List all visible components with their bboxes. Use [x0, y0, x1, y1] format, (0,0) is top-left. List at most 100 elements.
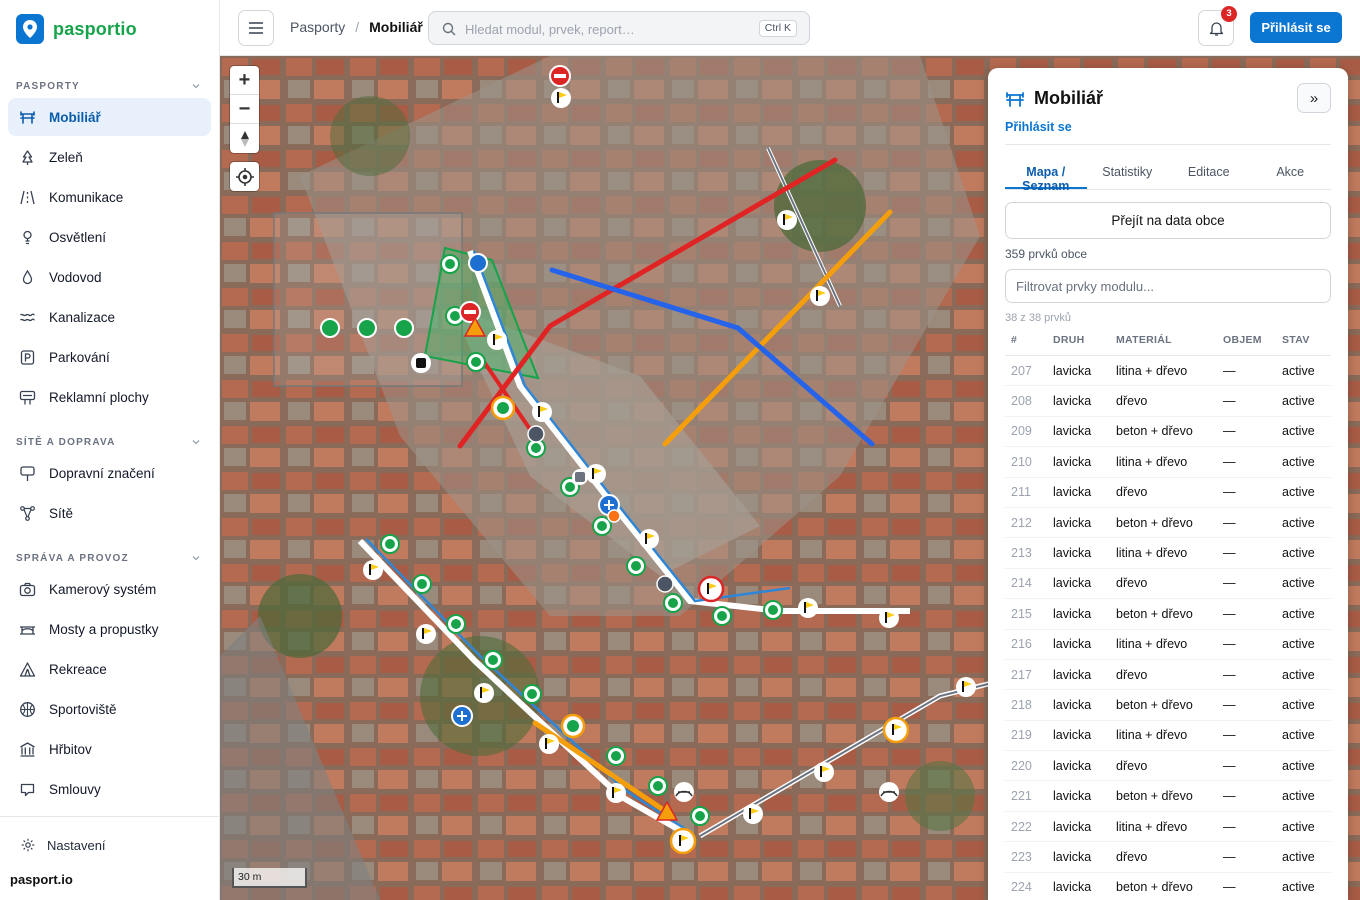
table-cell: active — [1282, 819, 1315, 834]
column-header-druh[interactable]: DRUH — [1053, 334, 1116, 355]
table-row[interactable]: 218 lavicka beton + dřevo — active — [1005, 690, 1331, 721]
table-cell: — — [1223, 485, 1236, 500]
filter-input[interactable] — [1005, 269, 1331, 303]
panel-title: Mobiliář — [1005, 88, 1103, 109]
zoom-in-button[interactable]: + — [230, 66, 259, 95]
panel-login-link[interactable]: Přihlásit se — [1005, 120, 1072, 134]
logo[interactable]: pasportio — [16, 14, 137, 44]
table-cell: — — [1223, 880, 1236, 895]
table-row[interactable]: 224 lavicka beton + dřevo — active — [1005, 873, 1331, 900]
bridge-icon — [20, 626, 35, 635]
table-row[interactable]: 222 lavicka litina + dřevo — active — [1005, 812, 1331, 843]
go-to-municipality-data-button[interactable]: Přejít na data obce — [1005, 202, 1331, 239]
sidebar-item-zelen[interactable]: Zeleň — [8, 138, 211, 176]
table-cell: 220 — [1011, 758, 1032, 773]
table-row[interactable]: 207 lavicka litina + dřevo — active — [1005, 356, 1331, 387]
table-cell: 223 — [1011, 849, 1032, 864]
table-cell: lavicka — [1053, 637, 1092, 652]
breadcrumb-pasporty[interactable]: Pasporty — [290, 19, 345, 35]
sidebar-item-mosty-a-propustky[interactable]: Mosty a propustky — [8, 610, 211, 648]
sidebar-item-hrbitov[interactable]: Hřbitov — [8, 730, 211, 768]
table-cell: lavicka — [1053, 697, 1092, 712]
table-cell: active — [1282, 515, 1315, 530]
table-cell: lavicka — [1053, 546, 1092, 561]
collapse-panel-button[interactable]: » — [1297, 83, 1331, 113]
sidebar-item-kamerovy-system[interactable]: Kamerový systém — [8, 570, 211, 608]
tab-mapa-seznam[interactable]: Mapa / Seznam — [1005, 158, 1087, 193]
sidebar-item-sportoviste[interactable]: Sportoviště — [8, 690, 211, 728]
compass-button[interactable] — [230, 124, 259, 153]
table-cell: litina + dřevo — [1116, 728, 1188, 743]
table-row[interactable]: 211 lavicka dřevo — active — [1005, 478, 1331, 508]
menu-toggle-button[interactable] — [238, 10, 274, 46]
tab-statistiky[interactable]: Statistiky — [1087, 158, 1169, 189]
table-row[interactable]: 220 lavicka dřevo — active — [1005, 751, 1331, 782]
brand-footer[interactable]: pasport.io — [10, 872, 73, 887]
table-cell: active — [1282, 454, 1315, 469]
table-row[interactable]: 215 lavicka beton + dřevo — active — [1005, 599, 1331, 630]
bench-icon — [20, 111, 35, 124]
table-cell: dřevo — [1116, 576, 1148, 591]
table-row[interactable]: 219 lavicka litina + dřevo — active — [1005, 721, 1331, 752]
sidebar-item-vodovod[interactable]: Vodovod — [8, 258, 211, 296]
tab-akce[interactable]: Akce — [1250, 158, 1332, 189]
sidebar-item-komunikace[interactable]: Komunikace — [8, 178, 211, 216]
sidebar-item-smlouvy[interactable]: Smlouvy — [8, 770, 211, 808]
table-cell: lavicka — [1053, 485, 1092, 500]
table-cell: active — [1282, 546, 1315, 561]
table-row[interactable]: 212 lavicka beton + dřevo — active — [1005, 508, 1331, 539]
table-cell: — — [1223, 515, 1236, 530]
table-row[interactable]: 210 lavicka litina + dřevo — active — [1005, 447, 1331, 478]
section-site-a-doprava[interactable]: SÍTĚ A DOPRAVA — [16, 435, 201, 449]
notification-count-badge: 3 — [1221, 6, 1237, 22]
table-cell: beton + dřevo — [1116, 424, 1193, 439]
table-row[interactable]: 216 lavicka litina + dřevo — active — [1005, 630, 1331, 660]
building-icon — [20, 742, 35, 757]
section-sprava-a-provoz[interactable]: SPRÁVA A PROVOZ — [16, 551, 201, 565]
sidebar-item-kanalizace[interactable]: Kanalizace — [8, 298, 211, 336]
map-scale-bar: 30 m — [232, 868, 307, 888]
sidebar-item-rekreace[interactable]: Rekreace — [8, 650, 211, 688]
table-row[interactable]: 213 lavicka litina + dřevo — active — [1005, 538, 1331, 569]
search-input[interactable] — [465, 19, 745, 39]
sidebar-item-parkovani[interactable]: Parkování — [8, 338, 211, 376]
ball-icon — [20, 702, 35, 717]
sidebar-item-osvetleni[interactable]: Osvětlení — [8, 218, 211, 256]
panel-divider — [1005, 144, 1331, 145]
table-cell: dřevo — [1116, 485, 1148, 500]
table-cell: lavicka — [1053, 606, 1092, 621]
table-cell: active — [1282, 637, 1315, 652]
column-header-id[interactable]: # — [1005, 334, 1053, 355]
table-cell: — — [1223, 819, 1236, 834]
sidebar-item-reklamni-plochy[interactable]: Reklamní plochy — [8, 378, 211, 416]
table-row[interactable]: 217 lavicka dřevo — active — [1005, 660, 1331, 691]
table-cell: lavicka — [1053, 424, 1092, 439]
search-box[interactable]: Ctrl K — [428, 11, 810, 45]
table-row[interactable]: 208 lavicka dřevo — active — [1005, 386, 1331, 417]
column-header-stav[interactable]: STAV — [1282, 334, 1331, 355]
login-button[interactable]: Přihlásit se — [1250, 12, 1342, 43]
zoom-out-button[interactable]: − — [230, 95, 259, 124]
column-header-material[interactable]: MATERIÁL — [1116, 334, 1223, 355]
table-row[interactable]: 221 lavicka beton + dřevo — active — [1005, 781, 1331, 812]
table-cell: active — [1282, 667, 1315, 682]
table-row[interactable]: 209 lavicka beton + dřevo — active — [1005, 417, 1331, 448]
sidebar-item-site[interactable]: Sítě — [8, 494, 211, 532]
sidebar-item-mobiliar[interactable]: Mobiliář — [8, 98, 211, 136]
geolocate-button[interactable] — [230, 162, 259, 191]
tab-editace[interactable]: Editace — [1168, 158, 1250, 189]
table-cell: 210 — [1011, 454, 1032, 469]
section-pasporty[interactable]: PASPORTY — [16, 79, 201, 93]
table-cell: litina + dřevo — [1116, 546, 1188, 561]
table-cell: — — [1223, 454, 1236, 469]
column-header-objem[interactable]: OBJEM — [1223, 334, 1282, 355]
sidebar-item-dopravni-znaceni[interactable]: Dopravní značení — [8, 454, 211, 492]
table-cell: beton + dřevo — [1116, 880, 1193, 895]
compass-icon — [240, 130, 249, 147]
road-icon — [20, 190, 35, 205]
parking-icon — [20, 350, 35, 365]
table-cell: beton + dřevo — [1116, 789, 1193, 804]
settings-button[interactable]: Nastavení — [8, 830, 211, 860]
table-row[interactable]: 214 lavicka dřevo — active — [1005, 569, 1331, 600]
table-row[interactable]: 223 lavicka dřevo — active — [1005, 842, 1331, 873]
